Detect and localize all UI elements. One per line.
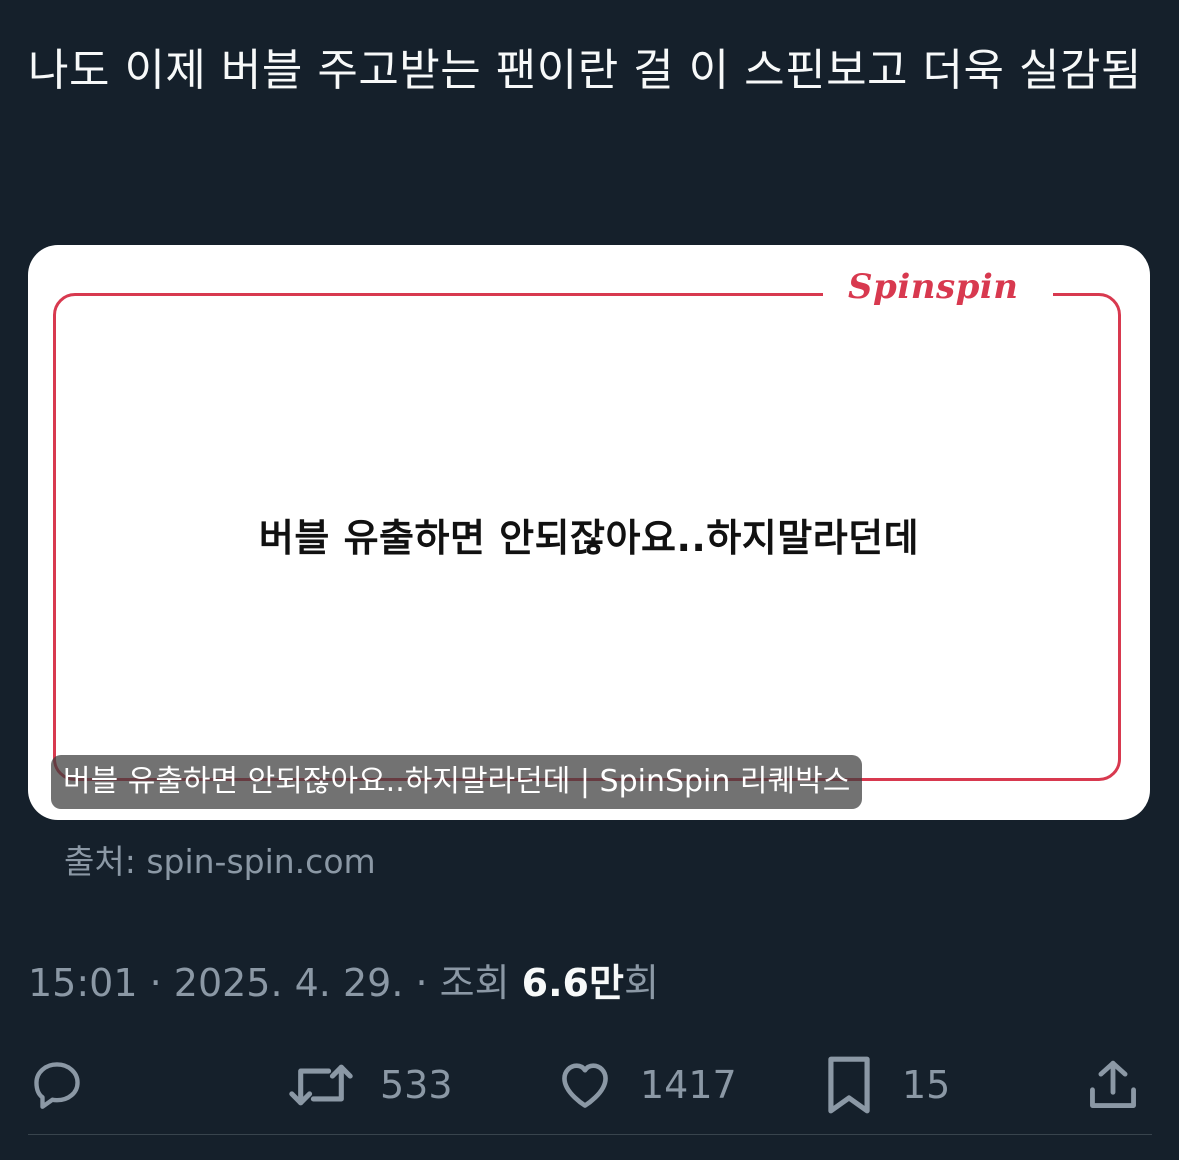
- retweet-count: 533: [380, 1063, 453, 1107]
- tweet-meta: 15:01 · 2025. 4. 29. · 조회 6.6만회: [28, 952, 659, 1007]
- card-source-link[interactable]: 출처: spin-spin.com: [64, 835, 376, 883]
- retweet-button[interactable]: 533: [288, 1050, 453, 1120]
- heart-icon: [556, 1056, 614, 1114]
- action-bar: 533 1417 15: [0, 1050, 1179, 1120]
- tweet-date[interactable]: 2025. 4. 29.: [174, 961, 404, 1005]
- share-icon: [1084, 1056, 1142, 1114]
- bookmark-button[interactable]: 15: [822, 1050, 950, 1120]
- spinspin-logo: Spinspin: [848, 267, 1019, 307]
- views-suffix: 회: [623, 961, 659, 1005]
- retweet-icon: [288, 1056, 354, 1114]
- share-button[interactable]: [1084, 1050, 1142, 1120]
- like-count: 1417: [640, 1063, 737, 1107]
- media-card[interactable]: Spinspin 버블 유출하면 안되잖아요..하지말라던데 버블 유출하면 안…: [28, 245, 1150, 820]
- bookmark-count: 15: [902, 1063, 951, 1107]
- tweet-text: 나도 이제 버블 주고받는 팬이란 걸 이 스핀보고 더욱 실감됨: [28, 45, 1142, 96]
- card-quote: 버블 유출하면 안되잖아요..하지말라던데: [258, 516, 920, 560]
- meta-separator: ·: [403, 961, 440, 1005]
- like-button[interactable]: 1417: [556, 1050, 737, 1120]
- meta-separator: ·: [137, 961, 174, 1005]
- reply-button[interactable]: [28, 1050, 86, 1120]
- divider: [28, 1134, 1152, 1135]
- views-label: 조회: [439, 961, 510, 1005]
- reply-icon: [28, 1056, 86, 1114]
- views-count: 6.6만: [521, 961, 624, 1005]
- bookmark-icon: [822, 1054, 876, 1116]
- card-link-title[interactable]: 버블 유출하면 안되잖아요..하지말라던데 | SpinSpin 리퀘박스: [51, 755, 863, 809]
- tweet-time[interactable]: 15:01: [28, 961, 138, 1005]
